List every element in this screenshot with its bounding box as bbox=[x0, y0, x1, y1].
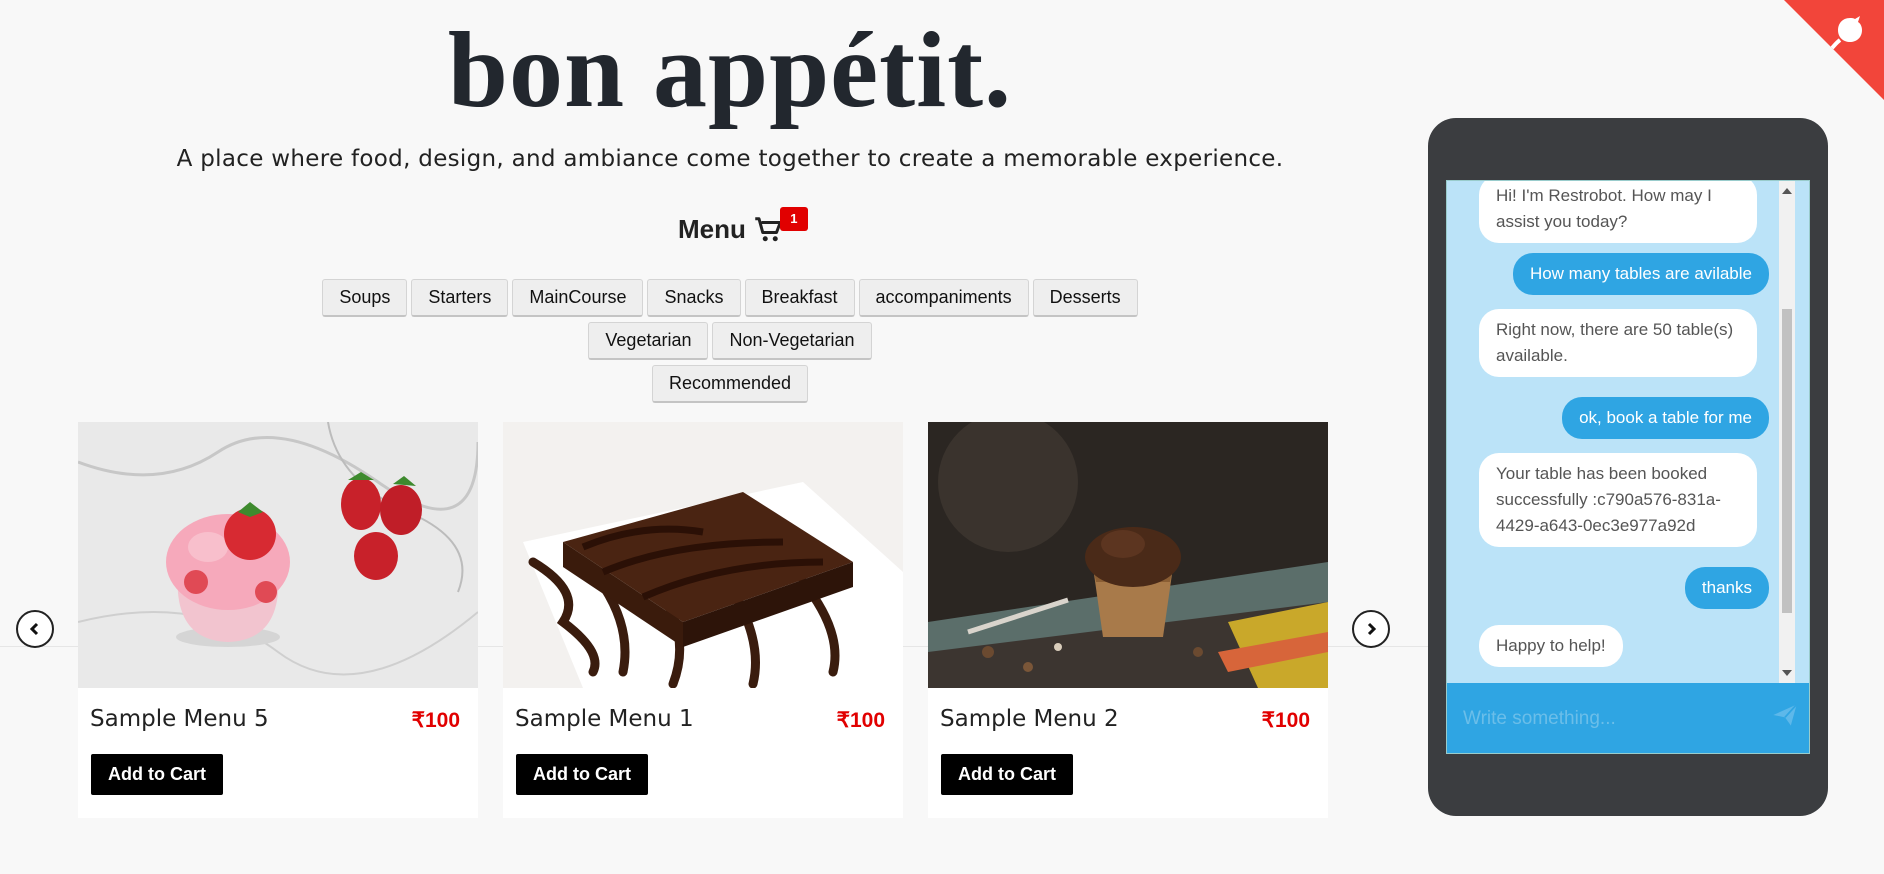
page-subtitle: A place where food, design, and ambiance… bbox=[176, 146, 1284, 172]
chat-messages[interactable]: Hi! I'm Restrobot. How may I assist you … bbox=[1447, 181, 1795, 683]
filter-starters[interactable]: Starters bbox=[411, 279, 509, 317]
filter-row-special: Recommended bbox=[651, 365, 809, 403]
carousel-next-button[interactable] bbox=[1352, 610, 1390, 648]
github-corner-icon bbox=[1830, 16, 1862, 50]
menu-card: Sample Menu 2 ₹100 Add to Cart bbox=[928, 422, 1328, 818]
menu-item-name: Sample Menu 5 bbox=[90, 706, 269, 732]
chocolate-brownie-image bbox=[503, 422, 903, 688]
add-to-cart-button[interactable]: Add to Cart bbox=[91, 754, 223, 795]
menu-item-name: Sample Menu 1 bbox=[515, 706, 694, 732]
chat-screen: Hi! I'm Restrobot. How may I assist you … bbox=[1446, 180, 1810, 754]
bot-message: Happy to help! bbox=[1479, 625, 1623, 667]
filter-accompaniments[interactable]: accompaniments bbox=[858, 279, 1029, 317]
page-title: bon appétit. bbox=[447, 11, 1013, 130]
add-to-cart-button[interactable]: Add to Cart bbox=[516, 754, 648, 795]
chevron-left-icon bbox=[29, 622, 39, 636]
bot-message: Right now, there are 50 table(s) availab… bbox=[1479, 309, 1757, 377]
user-message: thanks bbox=[1684, 567, 1769, 609]
send-icon[interactable] bbox=[1771, 701, 1799, 729]
chocolate-muffin-image bbox=[928, 422, 1328, 688]
github-corner-link[interactable] bbox=[1774, 0, 1884, 100]
menu-card: Sample Menu 1 ₹100 Add to Cart bbox=[503, 422, 903, 818]
filter-snacks[interactable]: Snacks bbox=[647, 279, 741, 317]
menu-item-price: ₹100 bbox=[836, 709, 885, 732]
menu-label: Menu bbox=[678, 214, 746, 244]
add-to-cart-button[interactable]: Add to Cart bbox=[941, 754, 1073, 795]
chat-input-bar bbox=[1447, 683, 1809, 753]
bot-message: Hi! I'm Restrobot. How may I assist you … bbox=[1479, 181, 1757, 243]
filter-breakfast[interactable]: Breakfast bbox=[744, 279, 855, 317]
menu-item-price: ₹100 bbox=[1261, 709, 1310, 732]
scroll-thumb[interactable] bbox=[1782, 309, 1792, 613]
menu-card: Sample Menu 5 ₹100 Add to Cart bbox=[78, 422, 478, 818]
cart-count-badge: 1 bbox=[779, 206, 808, 231]
filter-non-vegetarian[interactable]: Non-Vegetarian bbox=[712, 322, 872, 360]
menu-item-name: Sample Menu 2 bbox=[940, 706, 1119, 732]
user-message: How many tables are avilable bbox=[1512, 253, 1769, 295]
scroll-up-arrow[interactable] bbox=[1782, 188, 1792, 194]
filter-soups[interactable]: Soups bbox=[322, 279, 408, 317]
menu-item-price: ₹100 bbox=[411, 709, 460, 732]
chevron-right-icon bbox=[1367, 622, 1377, 636]
filter-desserts[interactable]: Desserts bbox=[1032, 279, 1138, 317]
scroll-down-arrow[interactable] bbox=[1782, 670, 1792, 676]
strawberry-icecream-image bbox=[78, 422, 478, 688]
chat-message-input[interactable] bbox=[1463, 703, 1753, 735]
filter-maincourse[interactable]: MainCourse bbox=[512, 279, 644, 317]
bot-message: Your table has been booked successfully … bbox=[1479, 453, 1757, 547]
cart-button[interactable]: 1 bbox=[754, 206, 808, 245]
chatbot-widget: Hi! I'm Restrobot. How may I assist you … bbox=[1428, 118, 1828, 816]
filter-row-categories: Soups Starters MainCourse Snacks Breakfa… bbox=[322, 279, 1138, 317]
filter-row-diet: Vegetarian Non-Vegetarian bbox=[588, 322, 872, 360]
filter-vegetarian[interactable]: Vegetarian bbox=[588, 322, 709, 360]
category-filters: Soups Starters MainCourse Snacks Breakfa… bbox=[0, 279, 1460, 403]
carousel-prev-button[interactable] bbox=[16, 610, 54, 648]
filter-recommended[interactable]: Recommended bbox=[651, 365, 809, 403]
user-message: ok, book a table for me bbox=[1562, 397, 1769, 439]
menu-header: Menu 1 bbox=[678, 206, 808, 245]
chat-scrollbar[interactable] bbox=[1779, 181, 1795, 683]
